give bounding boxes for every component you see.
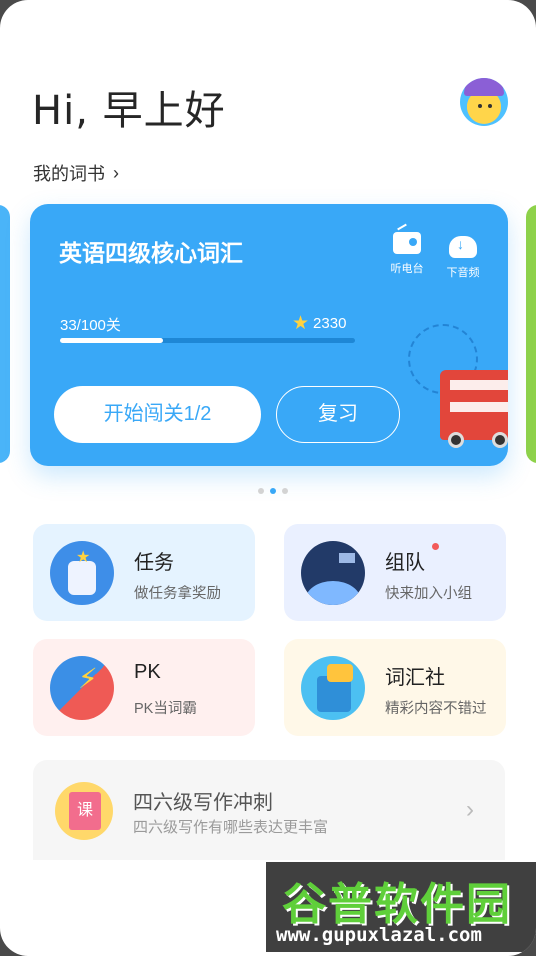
tile-subtitle: 做任务拿奖励	[134, 586, 221, 602]
tile-subtitle: PK当词霸	[134, 701, 197, 717]
tile-subtitle: 精彩内容不错过	[385, 701, 487, 717]
progress-bar-fill	[60, 338, 164, 343]
tile-task[interactable]: ★ 任务 做任务拿奖励	[33, 524, 255, 621]
tile-pk[interactable]: ⚡ PK PK当词霸	[33, 639, 255, 736]
progress-bar	[60, 338, 355, 343]
tile-title: 任务	[134, 552, 174, 574]
star-value: 2330	[313, 315, 347, 332]
download-label: 下音频	[446, 267, 480, 279]
my-wordbook-link[interactable]: 我的词书 ›	[33, 160, 119, 186]
wordbook-title: 英语四级核心词汇	[59, 240, 243, 266]
carousel-prev-card[interactable]	[0, 205, 10, 463]
carousel-dot[interactable]	[258, 488, 264, 494]
banner-title: 四六级写作冲刺	[133, 792, 273, 814]
tile-vocab-club[interactable]: 词汇社 精彩内容不错过	[284, 639, 506, 736]
download-audio-button[interactable]: 下音频	[438, 232, 488, 280]
tile-title: 组队	[385, 552, 425, 574]
carousel-next-card[interactable]	[526, 205, 536, 463]
radio-button[interactable]: 听电台	[382, 232, 432, 276]
carousel-indicator	[258, 488, 288, 494]
greeting-title: Hi, 早上好	[32, 88, 226, 134]
carousel-dot[interactable]	[282, 488, 288, 494]
avatar[interactable]	[460, 78, 508, 126]
team-moon-icon	[301, 541, 365, 605]
level-progress-text: 33/100关	[60, 317, 121, 334]
wordbook-label: 我的词书	[33, 164, 105, 184]
watermark-title: 谷普软件园	[282, 880, 512, 929]
review-button[interactable]: 复习	[276, 386, 400, 443]
pk-boxing-icon: ⚡	[50, 656, 114, 720]
vocab-club-icon	[301, 656, 365, 720]
double-decker-bus-illustration	[440, 370, 508, 448]
wordbook-card: 英语四级核心词汇 听电台 下音频 33/100关 ★ 2330 开始闯关1/2 …	[30, 204, 508, 466]
watermark-url: www.gupuxlazal.com	[276, 924, 482, 946]
star-count: ★ 2330	[292, 312, 346, 335]
banner-subtitle: 四六级写作有哪些表达更丰富	[133, 819, 329, 836]
watermark: 谷普软件园 www.gupuxlazal.com	[266, 862, 536, 952]
star-icon: ★	[292, 313, 310, 334]
course-book-icon: 课	[55, 782, 113, 840]
chevron-right-icon: ›	[466, 796, 474, 823]
tile-team[interactable]: 组队 快来加入小组	[284, 524, 506, 621]
app-screen: Hi, 早上好 我的词书 › 英语四级核心词汇 听电台 下音频 33/100关 …	[0, 0, 536, 956]
tile-title: 词汇社	[385, 667, 445, 689]
avatar-hat-icon	[464, 78, 504, 96]
tile-subtitle: 快来加入小组	[385, 586, 472, 602]
chevron-right-icon: ›	[113, 162, 119, 183]
radio-label: 听电台	[390, 263, 424, 275]
cloud-download-icon	[449, 236, 477, 258]
tile-title: PK	[134, 661, 161, 683]
start-level-button[interactable]: 开始闯关1/2	[54, 386, 261, 443]
notification-dot	[432, 543, 439, 550]
carousel-dot[interactable]	[270, 488, 276, 494]
radio-icon	[393, 232, 421, 254]
task-jar-icon: ★	[50, 541, 114, 605]
writing-course-banner[interactable]: 课 四六级写作冲刺 四六级写作有哪些表达更丰富 ›	[33, 760, 505, 860]
